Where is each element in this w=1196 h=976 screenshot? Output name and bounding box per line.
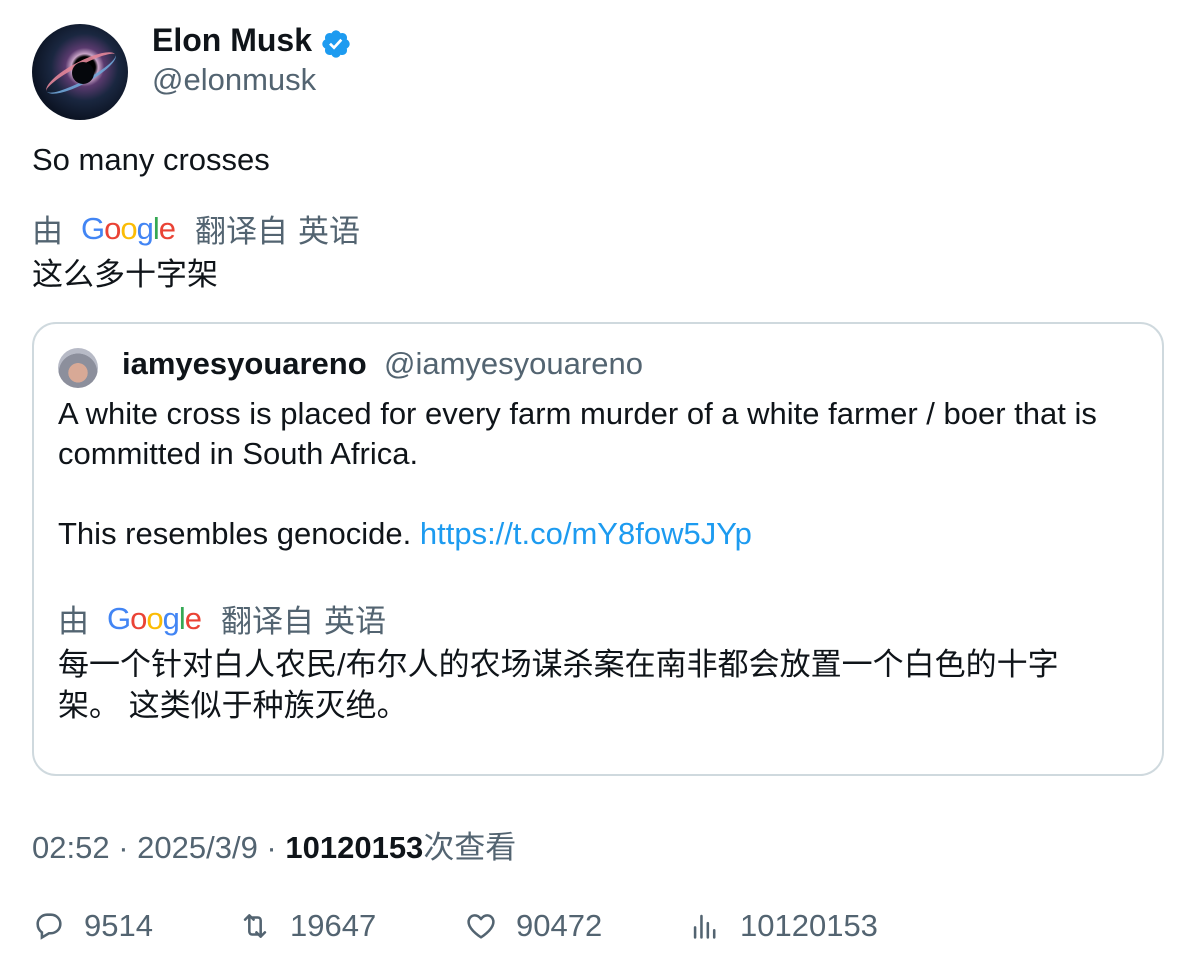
tweet-date[interactable]: 2025/3/9 [137,830,258,865]
view-count: 10120153 [285,830,424,865]
quote-translation-attribution: 由 Google 翻译自 英语 [58,596,386,641]
quote-tweet-card[interactable]: iamyesyouareno @iamyesyouareno A white c… [32,322,1164,776]
reply-count: 9514 [84,908,153,943]
avatar-core [72,62,94,84]
quote-translation-by-label: 由 [58,604,89,639]
meta-separator: · [109,830,138,865]
translation-attribution: 由 Google 翻译自 英语 [32,206,360,251]
translation-by-label: 由 [32,214,63,249]
verified-badge-icon [322,30,350,58]
tweet-meta: 02:52 · 2025/3/9 · 10120153次查看 [32,822,516,867]
reply-button[interactable]: 9514 [32,908,153,944]
quote-author-avatar[interactable] [58,348,98,388]
retweet-count: 19647 [290,908,377,943]
views-button[interactable]: 10120153 [688,908,878,944]
meta-separator: · [257,830,286,865]
quote-text-line1: A white cross is placed for every farm m… [58,396,1097,471]
quote-text-line2-wrap: This resembles genocide. https://t.co/mY… [58,514,1148,554]
analytics-icon [693,914,716,939]
tweet-text: So many crosses [32,142,270,177]
author-avatar[interactable] [32,24,128,120]
tweet-time[interactable]: 02:52 [32,830,110,865]
quote-body: A white cross is placed for every farm m… [58,394,1148,554]
author-name[interactable]: Elon Musk [152,22,312,59]
views-action-count: 10120153 [740,908,878,943]
quote-translation-from-label: 翻译自 [221,604,315,639]
quote-translation-lang-label: 英语 [324,604,387,639]
heart-icon [467,914,495,939]
view-count-label: 次查看 [423,830,517,865]
like-button[interactable]: 90472 [464,908,602,944]
quote-author-name[interactable]: iamyesyouareno [122,346,367,382]
retweet-icon [243,914,267,938]
retweet-button[interactable]: 19647 [238,908,376,944]
quote-google-logo: Google [107,600,202,636]
translation-from-label: 翻译自 [195,214,289,249]
reply-icon [36,913,62,940]
like-count: 90472 [516,908,603,943]
translation-lang-label: 英语 [298,214,361,249]
quote-translated-text: 每一个针对白人农民/布尔人的农场谋杀案在南非都会放置一个白色的十字架。 这类似于… [58,647,1059,723]
quote-author-handle[interactable]: @iamyesyouareno [384,346,643,382]
google-logo: Google [81,210,176,246]
author-handle[interactable]: @elonmusk [152,62,316,98]
quote-text-line2: This resembles genocide. [58,516,412,551]
tweet-translated-text: 这么多十字架 [32,257,218,292]
quote-link[interactable]: https://t.co/mY8fow5JYp [420,516,752,551]
